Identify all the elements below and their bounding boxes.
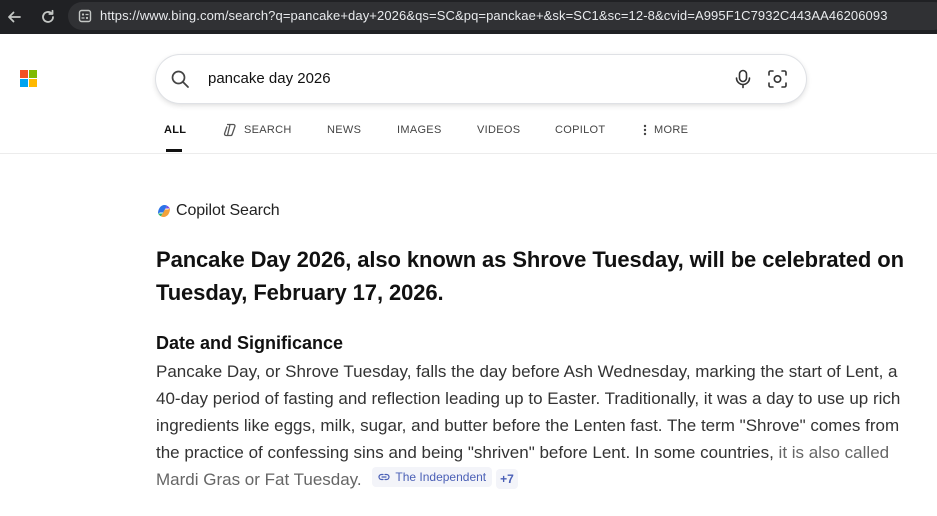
search-icon[interactable] [170,69,190,89]
tab-news[interactable]: NEWS [327,124,361,152]
logo-blue-square [20,79,28,87]
tab-copilot[interactable]: COPILOT [555,124,605,152]
link-icon [378,473,390,481]
site-info-icon[interactable] [77,8,93,24]
answer-paragraph: Pancake Day, or Shrove Tuesday, falls th… [156,358,926,493]
search-box[interactable]: pancake day 2026 [156,55,806,103]
browser-toolbar: https://www.bing.com/search?q=pancake+da… [0,0,937,34]
back-button[interactable] [2,5,26,29]
citation-source: The Independent [395,470,487,484]
tab-more[interactable]: MORE [642,124,688,152]
reload-icon [42,9,54,23]
logo-yellow-square [29,79,37,87]
copilot-logo-icon [158,205,170,217]
tab-label: ALL [164,124,187,136]
reload-button[interactable] [36,5,60,29]
logo-green-square [29,70,37,78]
copilot-search-label: Copilot Search [176,202,280,219]
copilot-search-icon [223,123,236,137]
tab-search[interactable]: SEARCH [223,123,292,152]
tab-label: SEARCH [244,124,292,136]
tab-images[interactable]: IMAGES [397,124,442,152]
copilot-search-header: Copilot Search [156,200,280,222]
address-bar[interactable]: https://www.bing.com/search?q=pancake+da… [68,2,937,30]
tab-label: MORE [654,124,689,136]
arrow-left-icon [8,11,21,23]
citation-chip[interactable]: The Independent [372,467,493,487]
header-divider [0,153,937,154]
tab-label: COPILOT [555,124,606,136]
tab-label: NEWS [327,124,362,136]
tab-label: VIDEOS [477,124,521,136]
search-input[interactable]: pancake day 2026 [208,70,331,87]
tab-all[interactable]: ALL [164,124,186,152]
tab-videos[interactable]: VIDEOS [477,124,520,152]
answer-headline: Pancake Day 2026, also known as Shrove T… [156,247,904,305]
logo-red-square [20,70,28,78]
microphone-icon[interactable] [734,69,752,89]
section-title: Date and Significance [156,333,344,353]
microsoft-logo[interactable] [20,70,38,88]
url-text: https://www.bing.com/search?q=pancake+da… [100,8,888,23]
tab-label: IMAGES [397,124,442,136]
active-tab-indicator [166,149,182,152]
vertical-dots-icon [643,124,647,136]
more-citations-badge[interactable]: +7 [496,469,518,489]
visual-search-icon[interactable] [767,69,788,89]
